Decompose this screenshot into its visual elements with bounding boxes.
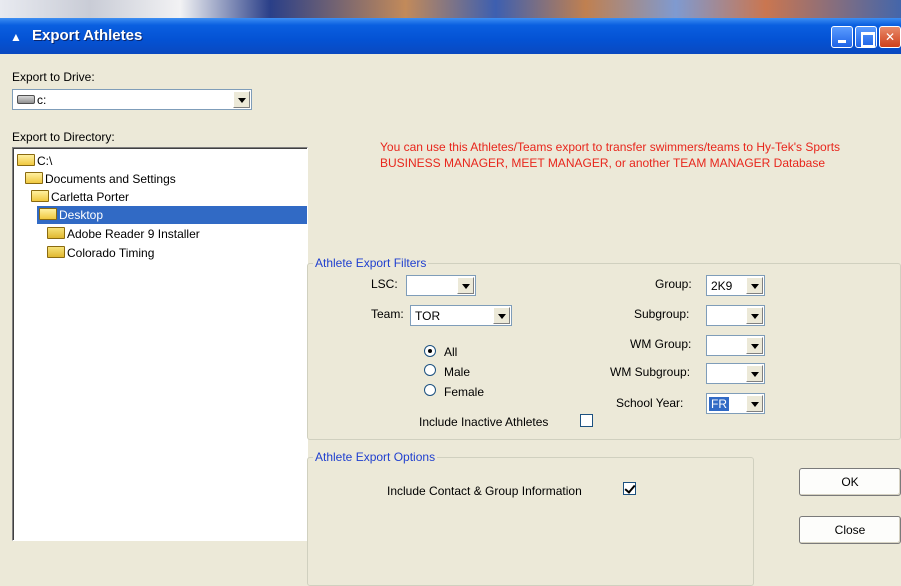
chevron-down-icon[interactable] <box>746 365 763 382</box>
drive-icon <box>17 95 35 104</box>
group-label: Group: <box>655 277 692 291</box>
folder-open-icon <box>17 154 35 166</box>
ok-button[interactable]: OK <box>799 468 901 496</box>
wm-group-label: WM Group: <box>630 337 692 351</box>
wm-subgroup-label: WM Subgroup: <box>610 365 691 379</box>
wm-group-select[interactable] <box>706 335 765 356</box>
radio-female[interactable] <box>424 384 436 396</box>
include-inactive-label: Include Inactive Athletes <box>419 415 549 429</box>
options-group <box>307 457 754 586</box>
group-select[interactable]: 2K9 <box>706 275 765 296</box>
lsc-select[interactable] <box>406 275 476 296</box>
folder-open-icon <box>25 172 43 184</box>
lsc-label: LSC: <box>371 277 398 291</box>
folder-open-icon <box>31 190 49 202</box>
chevron-down-icon[interactable] <box>746 307 763 324</box>
minimize-button[interactable] <box>831 26 853 48</box>
maximize-button[interactable] <box>855 26 877 48</box>
minimize-icon <box>832 27 852 47</box>
drive-label: Export to Drive: <box>12 70 95 84</box>
window-title: Export Athletes <box>32 27 143 44</box>
tree-item-label: Desktop <box>59 208 104 222</box>
team-label: Team: <box>371 307 404 321</box>
tree-item-colorado[interactable]: Colorado Timing <box>47 244 154 262</box>
tree-item-adobe[interactable]: Adobe Reader 9 Installer <box>47 225 200 243</box>
radio-all[interactable] <box>424 345 436 357</box>
tree-item-label: Adobe Reader 9 Installer <box>67 227 200 241</box>
options-title: Athlete Export Options <box>313 450 438 464</box>
include-contact-label: Include Contact & Group Information <box>387 484 582 498</box>
school-year-label: School Year: <box>616 396 684 410</box>
close-icon: ✕ <box>884 30 896 44</box>
drive-select[interactable]: c: <box>12 89 252 110</box>
folder-icon <box>47 246 65 258</box>
chevron-down-icon[interactable] <box>457 277 474 294</box>
chevron-down-icon[interactable] <box>746 337 763 354</box>
chevron-down-icon[interactable] <box>746 395 763 412</box>
tree-item-root[interactable]: C:\ <box>17 152 52 170</box>
ok-button-label: OK <box>841 475 859 489</box>
include-contact-checkbox[interactable] <box>623 482 636 495</box>
maximize-icon <box>856 27 876 47</box>
radio-male[interactable] <box>424 364 436 376</box>
directory-tree[interactable]: C:\ Documents and Settings Carletta Port… <box>12 147 308 541</box>
tree-item-desktop[interactable]: Desktop <box>37 206 307 224</box>
tree-item-documents[interactable]: Documents and Settings <box>25 170 176 188</box>
wm-subgroup-select[interactable] <box>706 363 765 384</box>
drive-value-wrap: c: <box>17 93 46 107</box>
info-text: You can use this Athletes/Teams export t… <box>380 140 841 170</box>
tree-item-label: Documents and Settings <box>45 172 176 186</box>
close-button-label: Close <box>834 523 866 537</box>
chevron-down-icon[interactable] <box>493 307 510 324</box>
close-button[interactable]: ✕ <box>879 26 901 48</box>
folder-open-icon <box>39 208 57 220</box>
chevron-down-icon[interactable] <box>233 91 250 108</box>
directory-label: Export to Directory: <box>12 130 115 144</box>
subgroup-select[interactable] <box>706 305 765 326</box>
radio-female-label: Female <box>444 385 485 399</box>
radio-male-label: Male <box>444 365 471 379</box>
tree-item-user[interactable]: Carletta Porter <box>31 188 129 206</box>
app-icon: ▲ <box>10 30 22 44</box>
subgroup-label: Subgroup: <box>634 307 690 321</box>
school-year-select[interactable]: FR <box>706 393 765 414</box>
tree-item-label: C:\ <box>37 154 53 168</box>
group-value: 2K9 <box>711 279 733 293</box>
school-year-value: FR <box>709 397 729 411</box>
close-dialog-button[interactable]: Close <box>799 516 901 544</box>
background-strip <box>0 0 901 18</box>
chevron-down-icon[interactable] <box>746 277 763 294</box>
tree-item-label: Carletta Porter <box>51 190 130 204</box>
tree-item-label: Colorado Timing <box>67 246 155 260</box>
team-select[interactable]: TOR <box>410 305 512 326</box>
filters-title: Athlete Export Filters <box>313 256 429 270</box>
title-bar[interactable]: ▲ Export Athletes ✕ <box>0 18 901 54</box>
radio-all-label: All <box>444 345 458 359</box>
drive-value: c: <box>37 93 47 107</box>
team-value: TOR <box>415 309 441 323</box>
folder-icon <box>47 227 65 239</box>
include-inactive-checkbox[interactable] <box>580 414 593 427</box>
